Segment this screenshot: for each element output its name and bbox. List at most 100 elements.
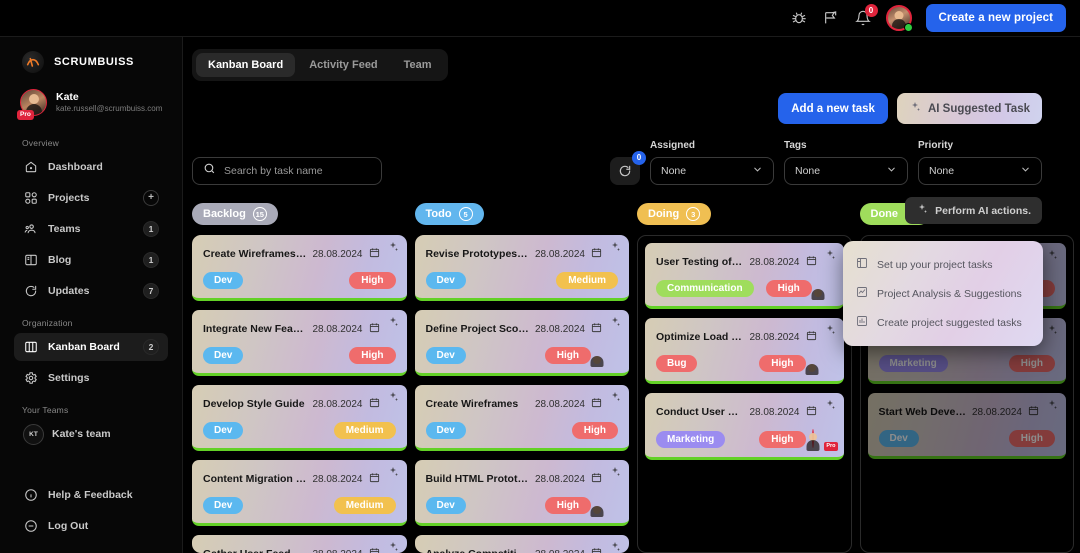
task-priority[interactable]: High — [765, 280, 812, 297]
sidebar-item-label: Log Out — [48, 520, 89, 532]
task-card[interactable]: Build HTML Prototypes 28.08.2024 Dev High — [414, 460, 629, 526]
people-icon — [23, 222, 38, 237]
task-date: 28.08.2024 — [534, 323, 585, 335]
task-tag[interactable]: Communication — [656, 280, 754, 297]
ai-menu-item-setup-tasks[interactable]: Set up your project tasks — [843, 250, 1043, 279]
task-priority[interactable]: Medium — [333, 422, 396, 439]
priority-select[interactable]: None — [918, 157, 1042, 185]
task-title: Gather User Feedback — [203, 548, 306, 553]
task-tag[interactable]: Dev — [203, 272, 244, 289]
task-card[interactable]: Create Wireframes 28.08.2024 Dev High — [414, 385, 629, 451]
task-tag[interactable]: Marketing — [878, 355, 948, 372]
task-tag[interactable]: Dev — [203, 347, 244, 364]
chevron-down-icon — [1020, 164, 1031, 178]
bug-icon[interactable] — [790, 9, 808, 27]
task-title: Content Migration Plan — [203, 473, 307, 485]
user-email: kate.russell@scrumbuiss.com — [56, 104, 163, 114]
task-card[interactable]: Create Wireframes and P... 28.08.2024 Dev H… — [192, 235, 407, 301]
task-priority[interactable]: High — [759, 355, 806, 372]
home-icon — [23, 160, 38, 175]
sidebar-user[interactable]: Pro Kate kate.russell@scrumbuiss.com — [14, 83, 168, 128]
perform-ai-actions-button[interactable]: Perform AI actions. — [905, 197, 1042, 224]
task-card[interactable]: Define Project Scope 28.08.2024 Dev High — [414, 310, 629, 376]
ai-menu-item-create-suggested-tasks[interactable]: Create project suggested tasks — [843, 308, 1043, 337]
task-tag[interactable]: Dev — [425, 422, 466, 439]
task-date: 28.08.2024 — [749, 331, 800, 343]
task-date: 28.08.2024 — [312, 473, 363, 485]
task-card[interactable]: Gather User Feedback28.08.2024DevHigh — [192, 535, 407, 553]
task-tag[interactable]: Dev — [425, 272, 466, 289]
bar-chart-icon — [856, 315, 868, 330]
ai-suggested-task-button[interactable]: AI Suggested Task — [896, 93, 1042, 124]
brand[interactable]: SCRUMBUISS — [14, 37, 168, 83]
sidebar-item-blog[interactable]: Blog 1 — [14, 246, 168, 274]
sidebar-item-kanban-board[interactable]: Kanban Board 2 — [14, 333, 168, 361]
sidebar-item-dashboard[interactable]: Dashboard — [14, 153, 168, 181]
avatar[interactable] — [885, 5, 913, 32]
sidebar-section-overview-title: Overview — [22, 138, 60, 148]
task-assignee-avatar[interactable]: Pro — [811, 429, 838, 451]
sidebar-item-help-feedback[interactable]: Help & Feedback — [14, 481, 168, 509]
task-tag[interactable]: Marketing — [656, 430, 726, 448]
task-priority[interactable]: Medium — [556, 272, 618, 289]
task-card[interactable]: Conduct User Research 28.08.2024 Marketing… — [645, 393, 844, 460]
feedback-flag-icon[interactable] — [822, 9, 840, 27]
search-box[interactable] — [192, 157, 382, 185]
task-card-bottom: Dev Medium — [203, 497, 396, 514]
task-tag[interactable]: Bug — [656, 355, 698, 372]
refresh-button[interactable]: 0 — [610, 151, 646, 185]
sidebar-item-kates-team[interactable]: KT Kate's team — [14, 420, 168, 448]
task-card[interactable]: Integrate New Features 28.08.2024 Dev High — [192, 310, 407, 376]
add-new-task-button[interactable]: Add a new task — [778, 93, 888, 124]
sidebar-item-label: Projects — [48, 192, 90, 204]
sidebar-item-settings[interactable]: Settings — [14, 364, 168, 392]
task-title: Build HTML Prototypes — [425, 473, 529, 485]
task-card-top: Optimize Load Times 28.08.2024 — [656, 328, 833, 346]
column-title-pill[interactable]: Doing 3 — [637, 203, 712, 225]
task-priority[interactable]: High — [1008, 355, 1055, 372]
task-card[interactable]: Develop Style Guide 28.08.2024 Dev Medium — [192, 385, 407, 451]
tab-activity-feed[interactable]: Activity Feed — [297, 53, 389, 77]
tab-team[interactable]: Team — [392, 53, 444, 77]
board-icon — [856, 257, 868, 272]
sidebar-item-log-out[interactable]: Log Out — [14, 512, 168, 540]
task-tag[interactable]: Dev — [425, 347, 466, 364]
search-icon — [203, 162, 216, 180]
calendar-icon — [369, 470, 380, 488]
tags-select-value: None — [795, 165, 821, 177]
kanban-app: 0 Create a new project SCRUMBUISS Pro Ka… — [0, 0, 1080, 553]
task-priority[interactable]: High — [759, 430, 806, 448]
task-tag[interactable]: Dev — [425, 497, 466, 514]
sidebar-item-projects[interactable]: Projects + — [14, 184, 168, 212]
task-priority[interactable]: Medium — [333, 497, 396, 514]
sidebar-item-count: 7 — [143, 283, 159, 299]
task-card[interactable]: Revise Prototypes Based ... 28.08.2024 Dev… — [414, 235, 629, 301]
sidebar-item-updates[interactable]: Updates 7 — [14, 277, 168, 305]
task-tag[interactable]: Dev — [878, 430, 919, 447]
task-card[interactable]: User Testing of Prototypes 28.08.2024 Comm… — [645, 243, 844, 309]
task-card[interactable]: Content Migration Plan 28.08.2024 Dev Mediu… — [192, 460, 407, 526]
task-priority[interactable]: High — [544, 347, 591, 364]
ai-menu-item-project-analysis[interactable]: Project Analysis & Suggestions — [843, 279, 1043, 308]
task-priority[interactable]: High — [544, 497, 591, 514]
column-title-pill[interactable]: Todo 5 — [414, 203, 484, 225]
task-priority[interactable]: High — [571, 422, 618, 439]
add-project-button[interactable]: + — [143, 190, 159, 206]
task-tag[interactable]: Dev — [203, 497, 244, 514]
assigned-select[interactable]: None — [650, 157, 774, 185]
task-card-top: Create Wireframes 28.08.2024 — [426, 395, 619, 413]
notification-bell-icon[interactable]: 0 — [854, 4, 878, 27]
task-card[interactable]: Start Web Development 28.08.2024 Dev High — [867, 393, 1066, 459]
task-card[interactable]: Optimize Load Times 28.08.2024 Bug High — [645, 318, 844, 384]
task-priority[interactable]: High — [1008, 430, 1055, 447]
task-priority[interactable]: High — [349, 272, 396, 289]
tab-kanban-board[interactable]: Kanban Board — [196, 53, 296, 77]
task-priority[interactable]: High — [349, 347, 396, 364]
task-tag[interactable]: Dev — [203, 422, 244, 439]
create-new-project-button[interactable]: Create a new project — [925, 4, 1066, 32]
search-input[interactable] — [224, 165, 371, 177]
task-card[interactable]: Analyze Competitive We...28.08.2024DevHi… — [414, 535, 629, 553]
column-title-pill[interactable]: Backlog 15 — [192, 203, 278, 225]
sidebar-item-teams[interactable]: Teams 1 — [14, 215, 168, 243]
tags-select[interactable]: None — [784, 157, 908, 185]
